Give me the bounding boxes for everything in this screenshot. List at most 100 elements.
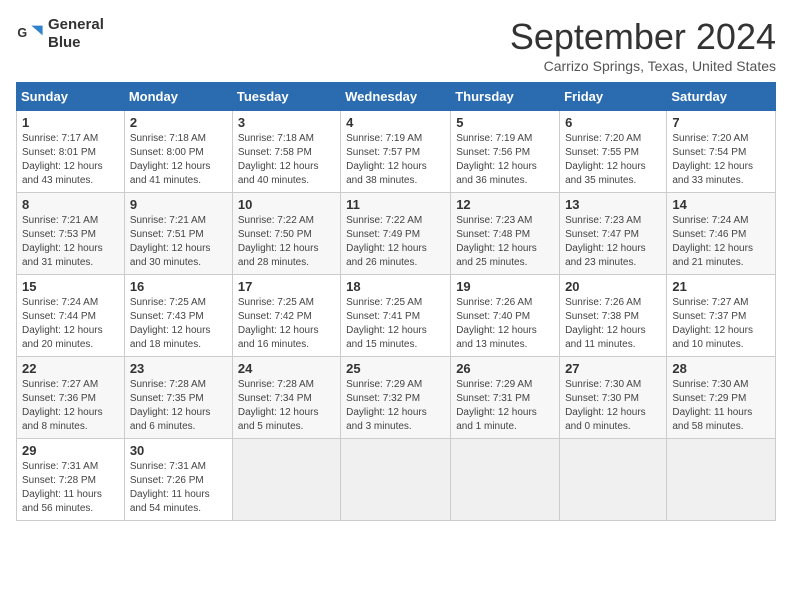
day-info: Sunrise: 7:19 AMSunset: 7:56 PMDaylight:… <box>456 133 537 186</box>
day-info: Sunrise: 7:25 AMSunset: 7:41 PMDaylight:… <box>346 297 427 350</box>
day-info: Sunrise: 7:24 AMSunset: 7:44 PMDaylight:… <box>22 297 103 350</box>
calendar-cell: 1 Sunrise: 7:17 AMSunset: 8:01 PMDayligh… <box>17 111 125 193</box>
calendar-table: SundayMondayTuesdayWednesdayThursdayFrid… <box>16 82 776 521</box>
calendar-cell: 8 Sunrise: 7:21 AMSunset: 7:53 PMDayligh… <box>17 193 125 275</box>
day-info: Sunrise: 7:28 AMSunset: 7:34 PMDaylight:… <box>238 379 319 432</box>
day-number: 5 <box>456 115 554 130</box>
calendar-cell: 29 Sunrise: 7:31 AMSunset: 7:28 PMDaylig… <box>17 439 125 521</box>
calendar-cell: 22 Sunrise: 7:27 AMSunset: 7:36 PMDaylig… <box>17 357 125 439</box>
day-number: 3 <box>238 115 335 130</box>
weekday-header-tuesday: Tuesday <box>232 83 340 111</box>
day-info: Sunrise: 7:21 AMSunset: 7:51 PMDaylight:… <box>130 215 211 268</box>
day-info: Sunrise: 7:26 AMSunset: 7:38 PMDaylight:… <box>565 297 646 350</box>
calendar-cell: 24 Sunrise: 7:28 AMSunset: 7:34 PMDaylig… <box>232 357 340 439</box>
calendar-cell: 30 Sunrise: 7:31 AMSunset: 7:26 PMDaylig… <box>124 439 232 521</box>
day-number: 13 <box>565 197 661 212</box>
day-info: Sunrise: 7:17 AMSunset: 8:01 PMDaylight:… <box>22 133 103 186</box>
day-info: Sunrise: 7:23 AMSunset: 7:48 PMDaylight:… <box>456 215 537 268</box>
weekday-header-sunday: Sunday <box>17 83 125 111</box>
weekday-header-saturday: Saturday <box>667 83 776 111</box>
day-number: 15 <box>22 279 119 294</box>
calendar-cell: 7 Sunrise: 7:20 AMSunset: 7:54 PMDayligh… <box>667 111 776 193</box>
weekday-header-wednesday: Wednesday <box>341 83 451 111</box>
calendar-cell: 9 Sunrise: 7:21 AMSunset: 7:51 PMDayligh… <box>124 193 232 275</box>
day-number: 29 <box>22 443 119 458</box>
title-block: September 2024 Carrizo Springs, Texas, U… <box>510 16 776 74</box>
calendar-cell: 14 Sunrise: 7:24 AMSunset: 7:46 PMDaylig… <box>667 193 776 275</box>
day-number: 17 <box>238 279 335 294</box>
calendar-cell: 10 Sunrise: 7:22 AMSunset: 7:50 PMDaylig… <box>232 193 340 275</box>
day-number: 25 <box>346 361 445 376</box>
day-info: Sunrise: 7:29 AMSunset: 7:32 PMDaylight:… <box>346 379 427 432</box>
calendar-week-row: 22 Sunrise: 7:27 AMSunset: 7:36 PMDaylig… <box>17 357 776 439</box>
day-number: 7 <box>672 115 770 130</box>
calendar-cell <box>341 439 451 521</box>
day-number: 27 <box>565 361 661 376</box>
calendar-cell: 11 Sunrise: 7:22 AMSunset: 7:49 PMDaylig… <box>341 193 451 275</box>
calendar-cell: 26 Sunrise: 7:29 AMSunset: 7:31 PMDaylig… <box>451 357 560 439</box>
calendar-cell: 13 Sunrise: 7:23 AMSunset: 7:47 PMDaylig… <box>560 193 667 275</box>
calendar-cell: 6 Sunrise: 7:20 AMSunset: 7:55 PMDayligh… <box>560 111 667 193</box>
day-info: Sunrise: 7:20 AMSunset: 7:55 PMDaylight:… <box>565 133 646 186</box>
page-header: G General Blue September 2024 Carrizo Sp… <box>16 16 776 74</box>
calendar-cell <box>560 439 667 521</box>
day-number: 23 <box>130 361 227 376</box>
calendar-cell: 27 Sunrise: 7:30 AMSunset: 7:30 PMDaylig… <box>560 357 667 439</box>
day-number: 12 <box>456 197 554 212</box>
day-info: Sunrise: 7:25 AMSunset: 7:42 PMDaylight:… <box>238 297 319 350</box>
calendar-cell: 3 Sunrise: 7:18 AMSunset: 7:58 PMDayligh… <box>232 111 340 193</box>
day-number: 20 <box>565 279 661 294</box>
logo-text: General Blue <box>48 16 104 52</box>
day-number: 14 <box>672 197 770 212</box>
day-number: 1 <box>22 115 119 130</box>
day-number: 10 <box>238 197 335 212</box>
day-info: Sunrise: 7:24 AMSunset: 7:46 PMDaylight:… <box>672 215 753 268</box>
day-info: Sunrise: 7:18 AMSunset: 7:58 PMDaylight:… <box>238 133 319 186</box>
calendar-cell: 17 Sunrise: 7:25 AMSunset: 7:42 PMDaylig… <box>232 275 340 357</box>
calendar-cell: 19 Sunrise: 7:26 AMSunset: 7:40 PMDaylig… <box>451 275 560 357</box>
day-number: 9 <box>130 197 227 212</box>
calendar-cell: 2 Sunrise: 7:18 AMSunset: 8:00 PMDayligh… <box>124 111 232 193</box>
day-info: Sunrise: 7:29 AMSunset: 7:31 PMDaylight:… <box>456 379 537 432</box>
weekday-header-friday: Friday <box>560 83 667 111</box>
day-info: Sunrise: 7:22 AMSunset: 7:49 PMDaylight:… <box>346 215 427 268</box>
calendar-cell: 18 Sunrise: 7:25 AMSunset: 7:41 PMDaylig… <box>341 275 451 357</box>
calendar-cell: 15 Sunrise: 7:24 AMSunset: 7:44 PMDaylig… <box>17 275 125 357</box>
day-number: 24 <box>238 361 335 376</box>
calendar-cell <box>232 439 340 521</box>
calendar-week-row: 8 Sunrise: 7:21 AMSunset: 7:53 PMDayligh… <box>17 193 776 275</box>
calendar-cell: 12 Sunrise: 7:23 AMSunset: 7:48 PMDaylig… <box>451 193 560 275</box>
day-info: Sunrise: 7:26 AMSunset: 7:40 PMDaylight:… <box>456 297 537 350</box>
day-number: 8 <box>22 197 119 212</box>
calendar-cell: 4 Sunrise: 7:19 AMSunset: 7:57 PMDayligh… <box>341 111 451 193</box>
day-number: 6 <box>565 115 661 130</box>
weekday-header-thursday: Thursday <box>451 83 560 111</box>
day-number: 18 <box>346 279 445 294</box>
day-number: 16 <box>130 279 227 294</box>
day-info: Sunrise: 7:21 AMSunset: 7:53 PMDaylight:… <box>22 215 103 268</box>
calendar-cell: 21 Sunrise: 7:27 AMSunset: 7:37 PMDaylig… <box>667 275 776 357</box>
weekday-header-monday: Monday <box>124 83 232 111</box>
day-number: 21 <box>672 279 770 294</box>
calendar-cell: 5 Sunrise: 7:19 AMSunset: 7:56 PMDayligh… <box>451 111 560 193</box>
logo-icon: G <box>16 20 44 48</box>
calendar-week-row: 29 Sunrise: 7:31 AMSunset: 7:28 PMDaylig… <box>17 439 776 521</box>
day-info: Sunrise: 7:27 AMSunset: 7:36 PMDaylight:… <box>22 379 103 432</box>
day-info: Sunrise: 7:27 AMSunset: 7:37 PMDaylight:… <box>672 297 753 350</box>
day-number: 30 <box>130 443 227 458</box>
location-subtitle: Carrizo Springs, Texas, United States <box>510 58 776 74</box>
day-number: 26 <box>456 361 554 376</box>
day-info: Sunrise: 7:19 AMSunset: 7:57 PMDaylight:… <box>346 133 427 186</box>
calendar-cell: 16 Sunrise: 7:25 AMSunset: 7:43 PMDaylig… <box>124 275 232 357</box>
day-info: Sunrise: 7:20 AMSunset: 7:54 PMDaylight:… <box>672 133 753 186</box>
day-number: 28 <box>672 361 770 376</box>
day-info: Sunrise: 7:30 AMSunset: 7:29 PMDaylight:… <box>672 379 752 432</box>
calendar-cell: 28 Sunrise: 7:30 AMSunset: 7:29 PMDaylig… <box>667 357 776 439</box>
month-title: September 2024 <box>510 16 776 58</box>
day-number: 19 <box>456 279 554 294</box>
day-number: 22 <box>22 361 119 376</box>
day-info: Sunrise: 7:31 AMSunset: 7:26 PMDaylight:… <box>130 461 210 514</box>
calendar-cell: 25 Sunrise: 7:29 AMSunset: 7:32 PMDaylig… <box>341 357 451 439</box>
calendar-cell <box>451 439 560 521</box>
calendar-cell: 20 Sunrise: 7:26 AMSunset: 7:38 PMDaylig… <box>560 275 667 357</box>
